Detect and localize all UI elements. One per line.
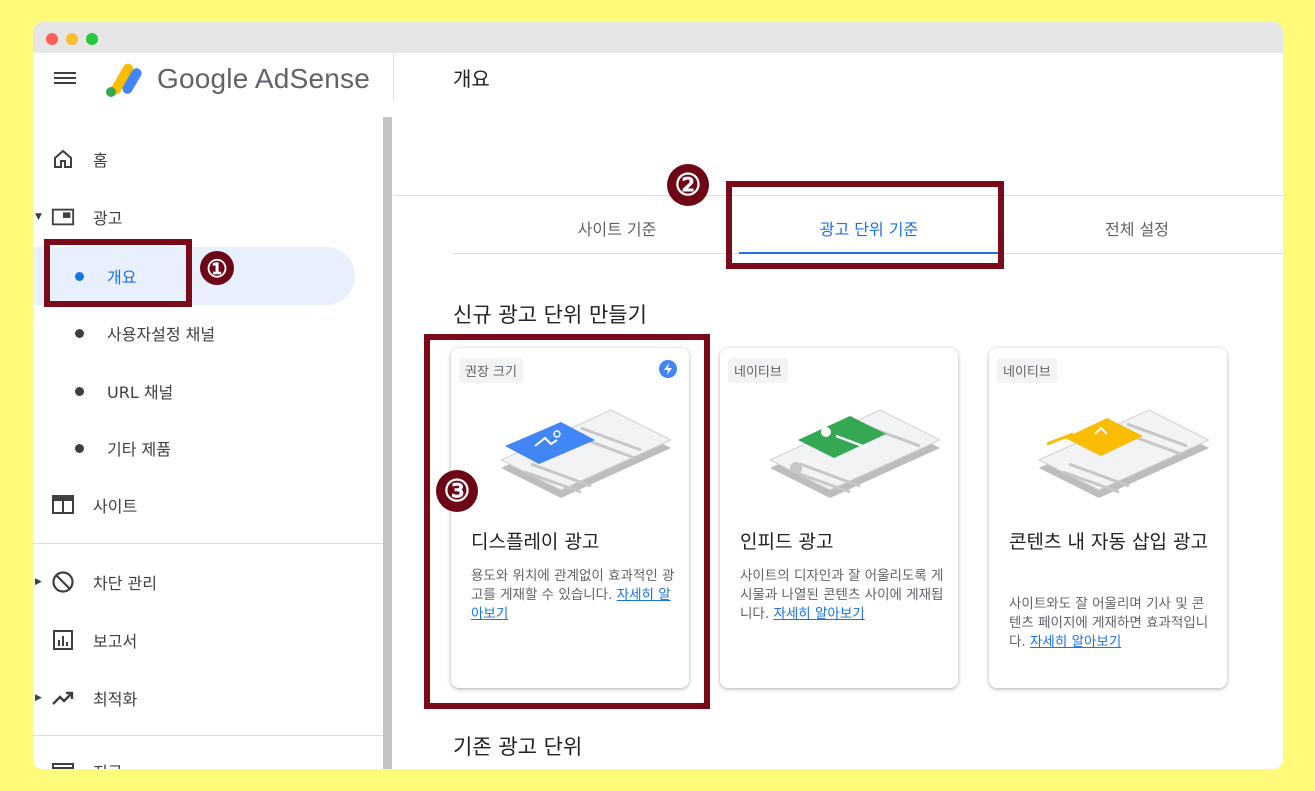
sidebar-item-blocking[interactable]: ▶ 차단 관리 — [33, 556, 383, 608]
sidebar-item-label: 최적화 — [93, 690, 138, 709]
expand-right-icon[interactable]: ▶ — [35, 693, 42, 703]
in-article-ads-card[interactable]: 네이티브 콘텐츠 내 자동 삽입 광고 사이트와도 잘 어울리며 기사 및 콘텐… — [989, 348, 1227, 688]
page-title: 개요 — [453, 67, 490, 91]
expand-right-icon[interactable]: ▶ — [35, 577, 42, 587]
bullet-icon — [75, 386, 84, 396]
sidebar-item-label: 사이트 — [93, 497, 138, 516]
report-icon — [51, 628, 75, 652]
trending-up-icon — [51, 686, 75, 710]
site-icon — [51, 493, 75, 517]
step-1-badge: ① — [200, 251, 234, 285]
sidebar-item-ads[interactable]: ▼ 광고 — [33, 191, 383, 243]
sidebar-item-other-products[interactable]: 기타 제품 — [33, 422, 383, 474]
sidebar-item-home[interactable]: 홈 — [33, 133, 383, 185]
step-3-badge: ③ — [436, 470, 478, 512]
highlight-box-overview — [44, 239, 192, 307]
sidebar-item-sites[interactable]: 사이트 — [33, 479, 383, 531]
card-description: 사이트와도 잘 어울리며 기사 및 콘텐츠 페이지에 게재하면 효과적입니다. … — [1009, 596, 1209, 650]
sidebar-item-label: 차단 관리 — [93, 574, 157, 593]
bullet-icon — [75, 443, 84, 453]
native-chip: 네이티브 — [997, 358, 1057, 383]
payment-icon — [51, 759, 75, 769]
sidebar-item-payments[interactable]: 지급 — [33, 745, 383, 769]
sidebar-item-custom-channels[interactable]: 사용자설정 채널 — [33, 307, 383, 359]
close-window-button[interactable] — [46, 33, 58, 45]
native-chip: 네이티브 — [728, 358, 788, 383]
card-title: 인피드 광고 — [740, 531, 834, 553]
app-header: Google AdSense 개요 — [33, 53, 1283, 118]
new-ad-unit-heading: 신규 광고 단위 만들기 — [453, 303, 647, 327]
sidebar-item-label: 사용자설정 채널 — [107, 325, 216, 344]
learn-more-link[interactable]: 자세히 알아보기 — [773, 606, 864, 622]
adsense-logo-icon — [106, 63, 142, 97]
window-titlebar — [33, 22, 1283, 53]
header-divider — [393, 53, 394, 101]
sidebar-item-url-channels[interactable]: URL 채널 — [33, 365, 383, 417]
sidebar-item-label: 보고서 — [93, 632, 138, 651]
sidebar: 홈 ▼ 광고 개요 사용자설정 채널 URL 채널 기타 제품 사이트 ▶ 차단… — [33, 117, 383, 769]
sidebar-item-reports[interactable]: 보고서 — [33, 614, 383, 666]
sidebar-divider — [33, 543, 383, 544]
in-article-ad-illustration — [1037, 409, 1209, 498]
sidebar-item-label: 지급 — [93, 759, 122, 769]
home-icon — [51, 147, 75, 171]
sidebar-item-label: 광고 — [93, 209, 123, 228]
learn-more-link[interactable]: 자세히 알아보기 — [1030, 634, 1121, 650]
menu-icon[interactable] — [54, 69, 76, 87]
tab-by-site[interactable]: 사이트 기준 — [532, 203, 702, 253]
ad-icon — [51, 205, 75, 229]
sidebar-item-optimization[interactable]: ▶ 최적화 — [33, 672, 383, 724]
expand-down-icon[interactable]: ▼ — [35, 212, 42, 222]
in-feed-ads-card[interactable]: 네이티브 인피드 광고 사이트의 디자인과 잘 어울리도록 게시물과 나열된 콘… — [720, 348, 958, 688]
brand-name: Google AdSense — [157, 63, 370, 94]
tab-global-settings[interactable]: 전체 설정 — [1052, 203, 1222, 253]
existing-ad-unit-heading: 기존 광고 단위 — [453, 735, 583, 759]
card-description: 사이트의 디자인과 잘 어울리도록 게시물과 나열된 콘텐츠 사이에 게재됩니다… — [740, 568, 944, 622]
highlight-box-display-card — [424, 334, 710, 709]
bullet-icon — [75, 328, 84, 338]
sidebar-item-label: 기타 제품 — [107, 440, 171, 459]
card-title: 콘텐츠 내 자동 삽입 광고 — [1009, 531, 1208, 553]
in-feed-ad-illustration — [768, 409, 940, 498]
sidebar-item-label: URL 채널 — [107, 383, 174, 402]
step-2-badge: ② — [667, 164, 709, 206]
sidebar-item-label: 홈 — [93, 151, 108, 170]
sidebar-divider — [33, 735, 383, 736]
minimize-window-button[interactable] — [66, 33, 78, 45]
highlight-box-ad-unit-tab — [726, 181, 1004, 269]
maximize-window-button[interactable] — [86, 33, 98, 45]
block-icon — [51, 570, 75, 594]
sidebar-scrollbar[interactable] — [383, 117, 392, 769]
